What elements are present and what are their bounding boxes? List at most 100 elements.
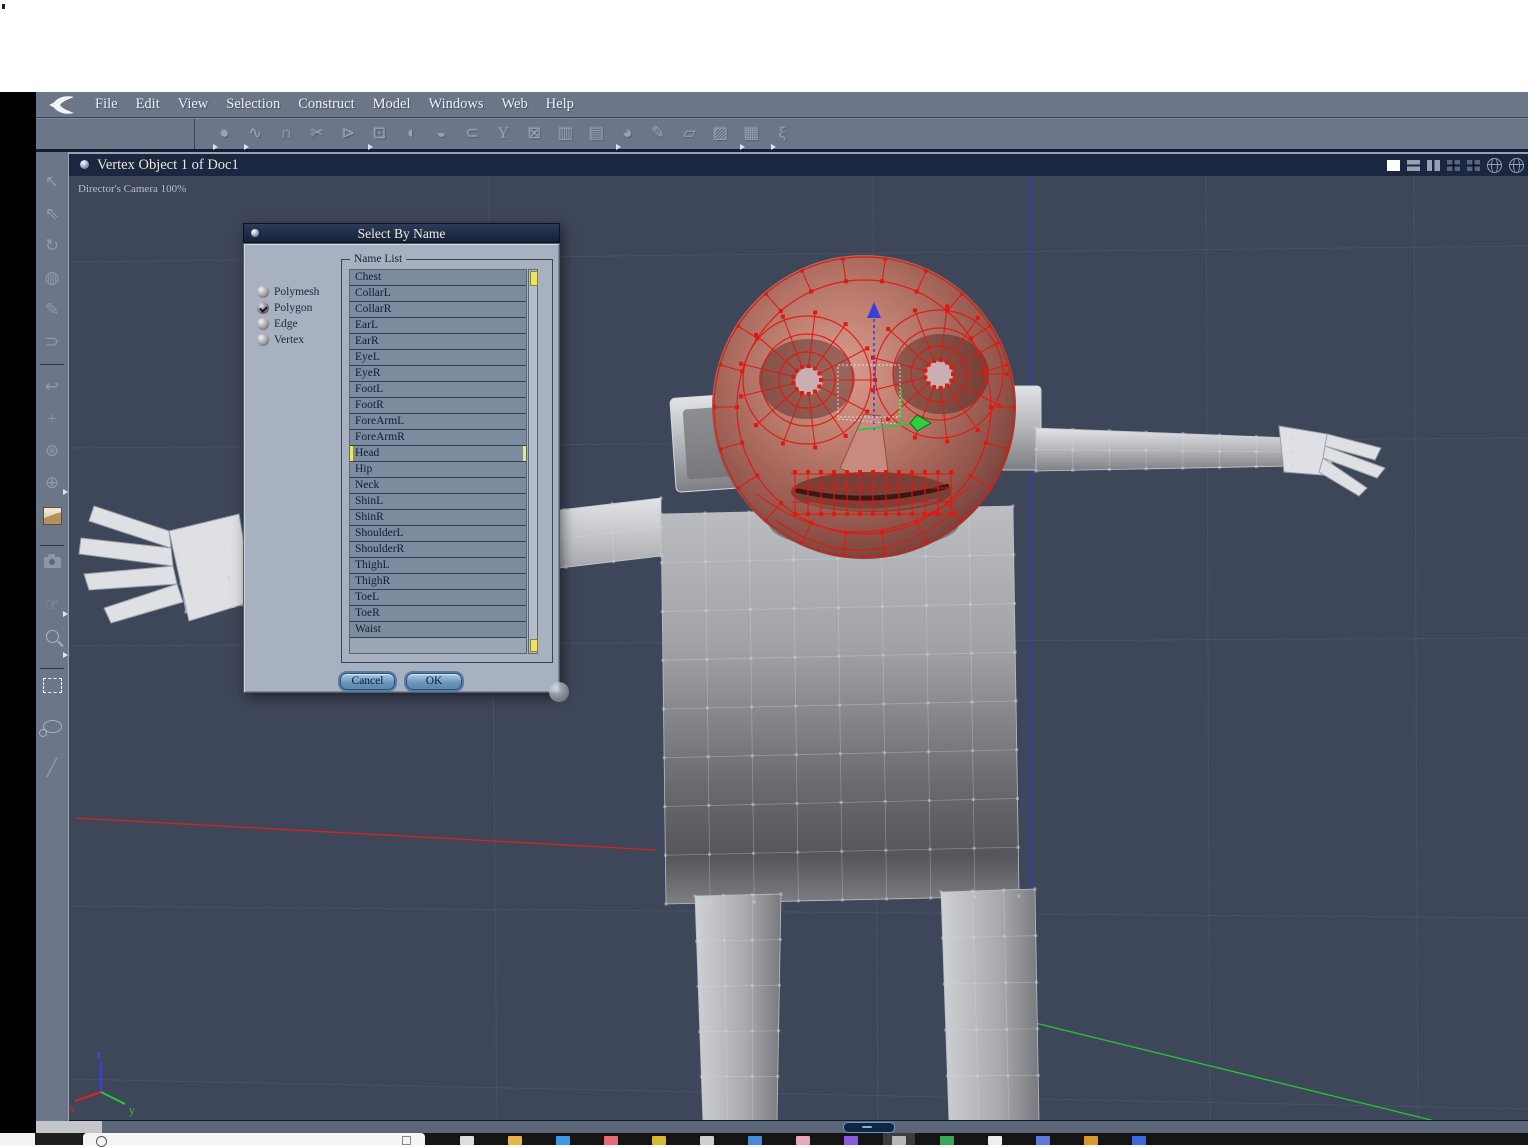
goblet-tool-icon[interactable]: Y	[488, 121, 519, 147]
brush-select-tool-icon[interactable]: ╱	[36, 752, 68, 784]
wire-globe-b-icon[interactable]	[1509, 158, 1524, 173]
menu-file[interactable]: File	[95, 96, 118, 113]
pin-gray-icon[interactable]	[700, 1136, 714, 1145]
layout-split-cross-icon[interactable]	[1427, 160, 1440, 171]
name-list-item-eyer[interactable]: EyeR	[350, 366, 526, 382]
name-list-item-shoulderr[interactable]: ShoulderR	[350, 542, 526, 558]
dialog-title-bar[interactable]: Select By Name	[243, 223, 560, 243]
hand-right[interactable]	[1279, 426, 1385, 496]
name-list-item-hip[interactable]: Hip	[350, 462, 526, 478]
viewport-hscrollbar[interactable]	[69, 1120, 1528, 1133]
name-list-item-waist[interactable]: Waist	[350, 622, 526, 638]
layout-split-horizontal-icon[interactable]	[1407, 160, 1420, 171]
name-list-item-forearmr[interactable]: ForeArmR	[350, 430, 526, 446]
hook-tool-icon[interactable]: ↩	[36, 371, 68, 403]
cancel-button[interactable]: Cancel	[340, 673, 395, 690]
chart-bars-icon[interactable]	[460, 1136, 474, 1145]
name-list-item-chest[interactable]: Chest	[350, 270, 526, 286]
scissors-tool-icon[interactable]: ✂	[302, 121, 333, 147]
name-list-item-shinl[interactable]: ShinL	[350, 494, 526, 510]
name-list-item-collarl[interactable]: CollarL	[350, 286, 526, 302]
delete-region-tool-icon[interactable]: ⊠	[519, 121, 550, 147]
banked-sphere-tool-icon[interactable]: ◍	[36, 262, 68, 294]
name-list-item-thighr[interactable]: ThighR	[350, 574, 526, 590]
pan-hand-tool-icon[interactable]: ☞	[36, 589, 68, 621]
radio-polygon[interactable]: Polygon	[257, 300, 319, 316]
weld-tool-icon[interactable]: ⊳	[333, 121, 364, 147]
circle-pink-icon[interactable]	[796, 1136, 810, 1145]
camera-tool-icon[interactable]	[36, 557, 68, 589]
clamp-tool-icon[interactable]: ⊃	[36, 326, 68, 358]
dome-tool-icon[interactable]: ◖	[395, 121, 426, 147]
bend-tool-icon[interactable]: ▱	[674, 121, 705, 147]
lathe-tool-icon[interactable]: ◒	[426, 121, 457, 147]
window-blue-icon[interactable]	[556, 1136, 570, 1145]
dialog-menu-dot-icon[interactable]	[251, 229, 259, 237]
dialog-resize-ball[interactable]	[549, 682, 569, 702]
head-selected-mesh[interactable]	[712, 255, 1016, 559]
menu-windows[interactable]: Windows	[429, 96, 484, 113]
name-list-item-footr[interactable]: FootR	[350, 398, 526, 414]
radio-edge[interactable]: Edge	[257, 316, 319, 332]
layout-split-mixed-icon[interactable]	[1467, 160, 1480, 171]
lasso-select-tool-icon[interactable]	[36, 720, 68, 752]
zoom-tool-icon[interactable]	[36, 630, 68, 662]
trackball-tool-icon[interactable]: ⊕	[36, 467, 68, 499]
name-list-item-shoulderl[interactable]: ShoulderL	[350, 526, 526, 542]
list-scrollbar[interactable]	[528, 269, 538, 654]
extrude-tool-icon[interactable]: ⊂	[457, 121, 488, 147]
diamond-white-icon[interactable]	[988, 1136, 1002, 1145]
scrollbar-bottom-marker[interactable]	[530, 639, 538, 652]
knife-tool-icon[interactable]: ✎	[36, 294, 68, 326]
name-list-item-earr[interactable]: EarR	[350, 334, 526, 350]
menu-help[interactable]: Help	[546, 96, 574, 113]
view-cube-tool-icon[interactable]	[36, 507, 68, 539]
start-button[interactable]	[36, 1133, 82, 1145]
name-list-item-toel[interactable]: ToeL	[350, 590, 526, 606]
app-green-icon[interactable]	[940, 1136, 954, 1145]
polyline-vertex-tool-icon[interactable]: ∿	[240, 121, 271, 147]
name-list-item-thighl[interactable]: ThighL	[350, 558, 526, 574]
radio-polymesh[interactable]: Polymesh	[257, 284, 319, 300]
name-list-item-collarr[interactable]: CollarR	[350, 302, 526, 318]
wrap-tool-icon[interactable]: ▤	[581, 121, 612, 147]
menu-model[interactable]: Model	[373, 96, 411, 113]
circle-blue-icon[interactable]	[1132, 1136, 1146, 1145]
search-input[interactable]	[83, 1133, 425, 1145]
move-gizmo-tool-icon[interactable]: +	[36, 403, 68, 435]
radio-vertex[interactable]: Vertex	[257, 332, 319, 348]
layout-split-quad-icon[interactable]	[1447, 160, 1460, 171]
ok-button[interactable]: OK	[406, 673, 462, 690]
layout-single-icon[interactable]	[1387, 160, 1400, 171]
window-blue2-icon[interactable]	[748, 1136, 762, 1145]
rotate-gizmo-tool-icon[interactable]: ⊛	[36, 435, 68, 467]
name-list-item-eyel[interactable]: EyeL	[350, 350, 526, 366]
menu-view[interactable]: View	[178, 96, 209, 113]
name-list-item-toer[interactable]: ToeR	[350, 606, 526, 622]
app-orange-icon[interactable]	[1084, 1136, 1098, 1145]
rotate-view-tool-icon[interactable]: ↻	[36, 230, 68, 262]
arm-right[interactable]	[1036, 428, 1293, 471]
hscroll-thumb[interactable]	[843, 1122, 895, 1133]
viewport-menu-dot-icon[interactable]	[80, 160, 89, 169]
marquee-select-tool-icon[interactable]	[36, 678, 68, 710]
dome-cut-tool-icon[interactable]: ◕	[612, 121, 643, 147]
name-list-item-neck[interactable]: Neck	[350, 478, 526, 494]
select-arrow-tool-icon[interactable]: ↖	[36, 166, 68, 198]
scrollbar-thumb[interactable]	[530, 271, 538, 286]
menu-construct[interactable]: Construct	[298, 96, 354, 113]
sphere-gray-icon[interactable]	[892, 1136, 906, 1145]
dart-select-tool-icon[interactable]: ⇖	[36, 198, 68, 230]
name-list-item-forearml[interactable]: ForeArmL	[350, 414, 526, 430]
leg-right[interactable]	[941, 889, 1039, 1121]
fold-tool-icon[interactable]: ▨	[705, 121, 736, 147]
bone-tool-icon[interactable]: ξ	[767, 121, 798, 147]
name-list-item-footl[interactable]: FootL	[350, 382, 526, 398]
menu-edit[interactable]: Edit	[136, 96, 160, 113]
hand-left[interactable]	[79, 506, 254, 623]
leg-left[interactable]	[695, 894, 781, 1121]
mesh-edit-tool-icon[interactable]: ▦	[736, 121, 767, 147]
app-purple-icon[interactable]	[844, 1136, 858, 1145]
wire-globe-a-icon[interactable]	[1487, 158, 1502, 173]
name-list-item-shinr[interactable]: ShinR	[350, 510, 526, 526]
